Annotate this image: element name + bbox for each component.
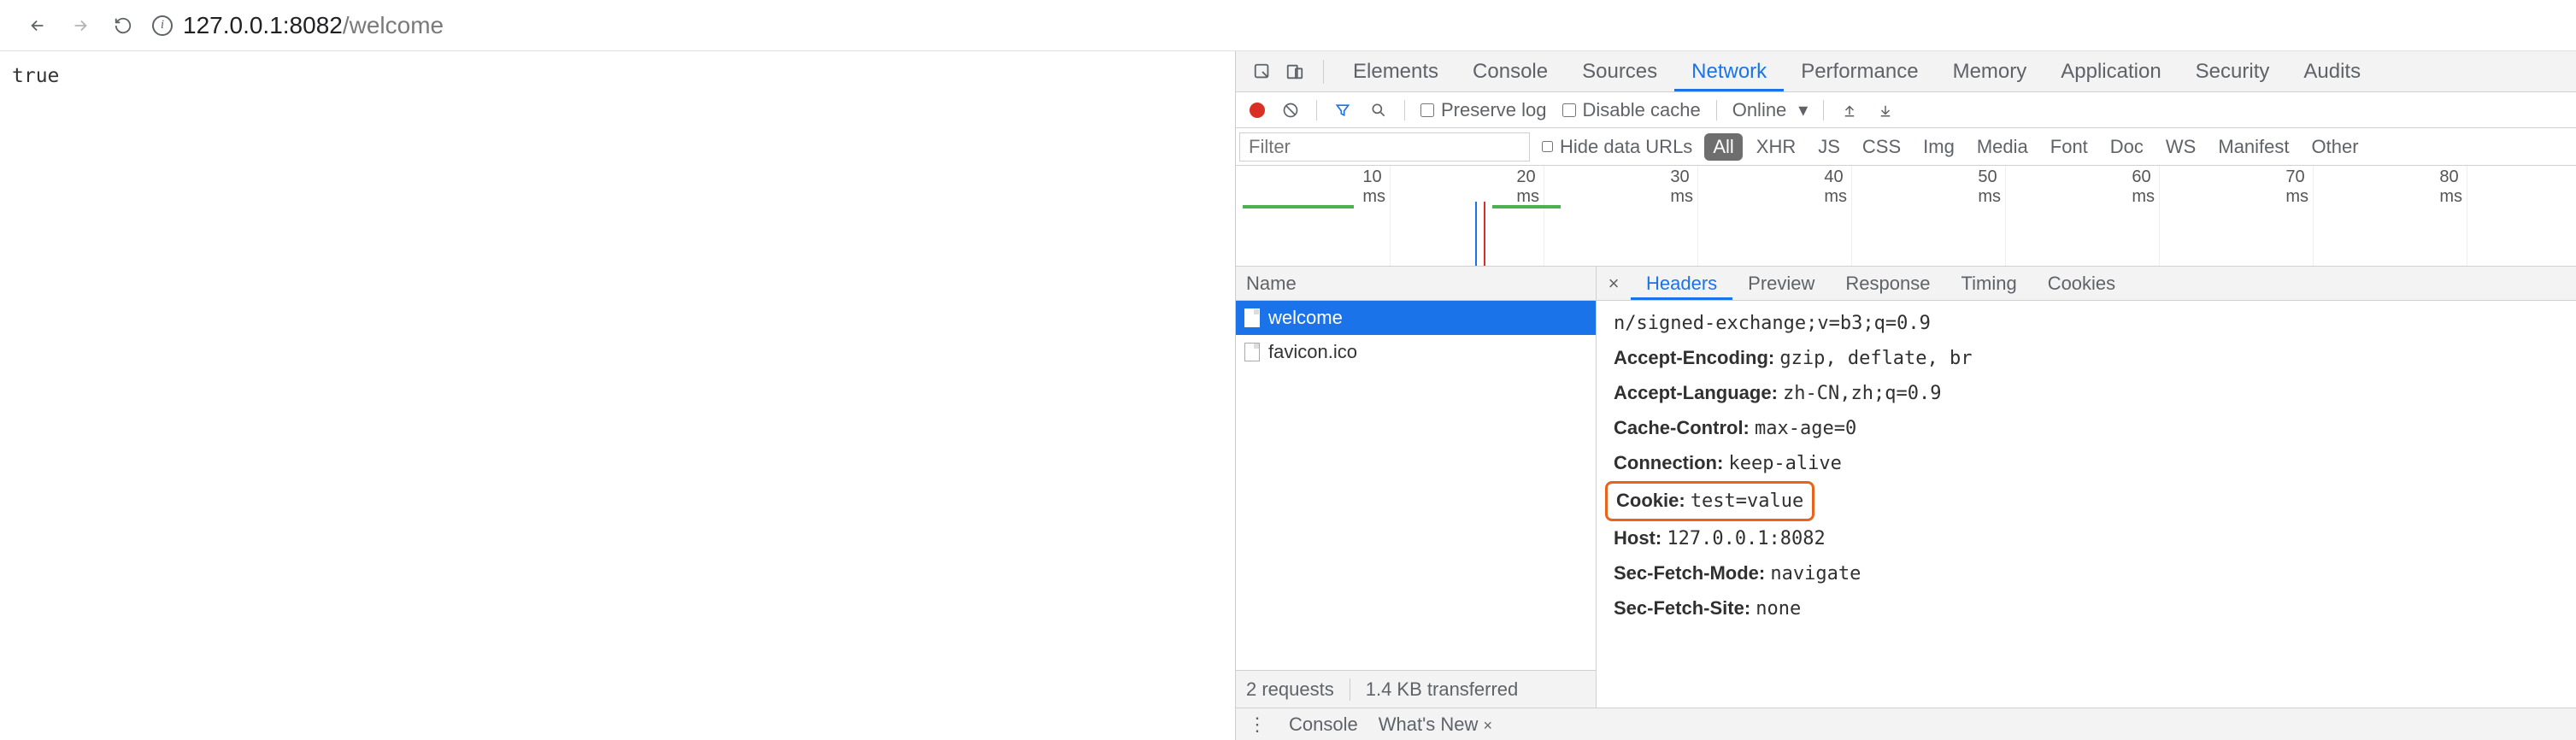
site-info-icon[interactable]: i	[152, 15, 173, 36]
disable-cache-checkbox[interactable]: Disable cache	[1562, 99, 1701, 121]
inspect-element-icon[interactable]	[1250, 59, 1275, 85]
tab-audits[interactable]: Audits	[2286, 51, 2378, 91]
highlighted-header: Cookie: test=value	[1605, 481, 1814, 521]
tab-performance[interactable]: Performance	[1784, 51, 1935, 91]
timeline-tick: 50 ms	[2005, 166, 2006, 266]
filter-funnel-icon[interactable]	[1332, 100, 1353, 120]
page-content: true	[0, 51, 1235, 740]
header-line: Accept-Encoding: gzip, deflate, br	[1614, 341, 2559, 376]
timeline-tick: 70 ms	[2313, 166, 2314, 266]
tab-console[interactable]: Console	[1456, 51, 1565, 91]
tab-application[interactable]: Application	[2044, 51, 2178, 91]
header-line: Sec-Fetch-Mode: navigate	[1614, 556, 2559, 591]
tab-sources[interactable]: Sources	[1565, 51, 1674, 91]
filter-type-media[interactable]: Media	[1968, 133, 2037, 161]
url-bar[interactable]: i 127.0.0.1:8082/welcome	[152, 12, 2552, 39]
tab-elements[interactable]: Elements	[1336, 51, 1456, 91]
timeline-tick: 60 ms	[2159, 166, 2160, 266]
request-row[interactable]: favicon.ico	[1236, 335, 1596, 369]
preserve-log-checkbox[interactable]: Preserve log	[1420, 99, 1547, 121]
drawer-tab-console[interactable]: Console	[1289, 714, 1358, 736]
request-list: Name welcome favicon.ico 2 requests 1.4 K…	[1236, 267, 1597, 708]
file-icon	[1244, 343, 1260, 361]
filter-type-ws[interactable]: WS	[2157, 133, 2204, 161]
transfer-size: 1.4 KB transferred	[1366, 678, 1519, 701]
header-line: Sec-Fetch-Site: none	[1614, 591, 2559, 626]
filter-input[interactable]	[1239, 132, 1530, 162]
page-text: true	[12, 65, 59, 87]
request-row[interactable]: welcome	[1236, 301, 1596, 335]
close-detail-icon[interactable]: ×	[1597, 273, 1631, 295]
back-button[interactable]	[24, 12, 51, 39]
filter-type-font[interactable]: Font	[2042, 133, 2097, 161]
filter-type-js[interactable]: JS	[1809, 133, 1849, 161]
url-path: /welcome	[343, 12, 444, 38]
timeline-tick: 10 ms	[1390, 166, 1391, 266]
network-timeline[interactable]: 10 ms20 ms30 ms40 ms50 ms60 ms70 ms80 ms…	[1236, 166, 2576, 267]
file-icon	[1244, 308, 1260, 327]
request-name: welcome	[1268, 307, 1343, 329]
filter-type-css[interactable]: CSS	[1854, 133, 1909, 161]
search-icon[interactable]	[1368, 100, 1389, 120]
clear-icon[interactable]	[1280, 100, 1301, 120]
reload-button[interactable]	[109, 12, 137, 39]
forward-button[interactable]	[67, 12, 94, 39]
header-line: Host: 127.0.0.1:8082	[1614, 521, 2559, 556]
drawer-menu-icon[interactable]: ⋮	[1248, 714, 1268, 736]
request-list-header[interactable]: Name	[1236, 267, 1596, 301]
url-host: 127.0.0.1:8082	[183, 12, 343, 38]
detail-tab-cookies[interactable]: Cookies	[2032, 267, 2131, 300]
record-button[interactable]	[1250, 103, 1265, 118]
headers-body[interactable]: n/signed-exchange;v=b3;q=0.9Accept-Encod…	[1597, 301, 2576, 708]
download-har-icon[interactable]	[1875, 100, 1896, 120]
timeline-tick: 30 ms	[1697, 166, 1698, 266]
header-line: Accept-Language: zh-CN,zh;q=0.9	[1614, 376, 2559, 411]
filter-type-doc[interactable]: Doc	[2102, 133, 2152, 161]
devtools-panel: ElementsConsoleSourcesNetworkPerformance…	[1235, 51, 2576, 740]
header-line: Cookie: test=value	[1614, 481, 2559, 521]
timeline-tick: 40 ms	[1851, 166, 1852, 266]
network-toolbar: Preserve log Disable cache Online ▾	[1236, 92, 2576, 128]
close-icon[interactable]: ×	[1484, 717, 1493, 734]
devtools-drawer: ⋮ Console What's New ×	[1236, 708, 2576, 740]
hide-data-urls-checkbox[interactable]: Hide data URLs	[1542, 136, 1692, 158]
throttling-select[interactable]: Online ▾	[1732, 99, 1808, 121]
filter-type-xhr[interactable]: XHR	[1748, 133, 1804, 161]
request-count: 2 requests	[1246, 678, 1334, 701]
detail-tab-preview[interactable]: Preview	[1732, 267, 1830, 300]
tab-memory[interactable]: Memory	[1936, 51, 2044, 91]
filter-type-all[interactable]: All	[1704, 133, 1742, 161]
request-status-bar: 2 requests 1.4 KB transferred	[1236, 670, 1596, 708]
header-line: n/signed-exchange;v=b3;q=0.9	[1614, 306, 2559, 341]
detail-tab-timing[interactable]: Timing	[1945, 267, 2032, 300]
header-line: Cache-Control: max-age=0	[1614, 411, 2559, 446]
devtools-tabs: ElementsConsoleSourcesNetworkPerformance…	[1236, 51, 2576, 92]
filter-type-img[interactable]: Img	[1914, 133, 1963, 161]
request-detail-pane: × HeadersPreviewResponseTimingCookies n/…	[1597, 267, 2576, 708]
drawer-tab-whatsnew[interactable]: What's New ×	[1379, 714, 1492, 736]
header-line: Connection: keep-alive	[1614, 446, 2559, 481]
browser-toolbar: i 127.0.0.1:8082/welcome	[0, 0, 2576, 51]
request-name: favicon.ico	[1268, 341, 1357, 363]
filter-type-manifest[interactable]: Manifest	[2209, 133, 2297, 161]
upload-har-icon[interactable]	[1839, 100, 1860, 120]
detail-tabs: × HeadersPreviewResponseTimingCookies	[1597, 267, 2576, 301]
tab-security[interactable]: Security	[2179, 51, 2287, 91]
detail-tab-headers[interactable]: Headers	[1631, 267, 1732, 300]
network-filter-row: Hide data URLs AllXHRJSCSSImgMediaFontDo…	[1236, 128, 2576, 166]
filter-type-other[interactable]: Other	[2303, 133, 2367, 161]
tab-network[interactable]: Network	[1674, 51, 1784, 91]
chevron-down-icon: ▾	[1798, 99, 1808, 121]
device-mode-icon[interactable]	[1282, 59, 1308, 85]
detail-tab-response[interactable]: Response	[1830, 267, 1945, 300]
